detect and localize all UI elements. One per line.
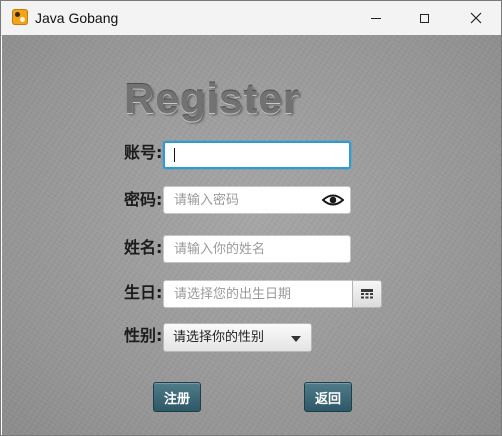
chevron-down-icon [291,336,301,342]
gender-selected-value: 请选择你的性别 [173,330,265,345]
eye-icon[interactable] [322,192,344,208]
app-window: Java Gobang Register 账号: 密码: 姓名: 请输入你的姓名… [0,0,502,436]
gender-label: 性别: [124,326,163,345]
account-field[interactable] [163,141,351,169]
name-label: 姓名: [124,238,163,257]
register-panel: Register 账号: 密码: 姓名: 生日: [2,35,501,435]
name-input[interactable] [164,236,350,262]
birthday-label: 生日: [124,283,163,302]
minimize-icon [371,17,381,19]
page-title: Register [124,75,301,122]
gobang-icon [12,9,28,25]
date-picker-button[interactable] [352,280,382,308]
maximize-button[interactable] [401,1,447,35]
birthday-input[interactable] [164,281,352,307]
maximize-icon [419,13,429,23]
window-title: Java Gobang [35,10,119,26]
gender-select[interactable]: 请选择你的性别 [163,323,312,352]
name-field[interactable] [163,235,351,263]
calendar-icon [361,288,373,298]
close-button[interactable] [453,1,499,35]
text-caret [174,148,175,162]
minimize-button[interactable] [353,1,399,35]
account-input[interactable] [165,143,349,167]
register-button[interactable]: 注册 [153,382,201,412]
birthday-field[interactable] [163,280,353,308]
account-label: 账号: [124,143,163,162]
title-bar[interactable]: Java Gobang [1,1,501,36]
password-field[interactable] [163,186,351,214]
close-icon [470,12,482,24]
back-button[interactable]: 返回 [304,382,352,412]
password-label: 密码: [124,190,163,209]
